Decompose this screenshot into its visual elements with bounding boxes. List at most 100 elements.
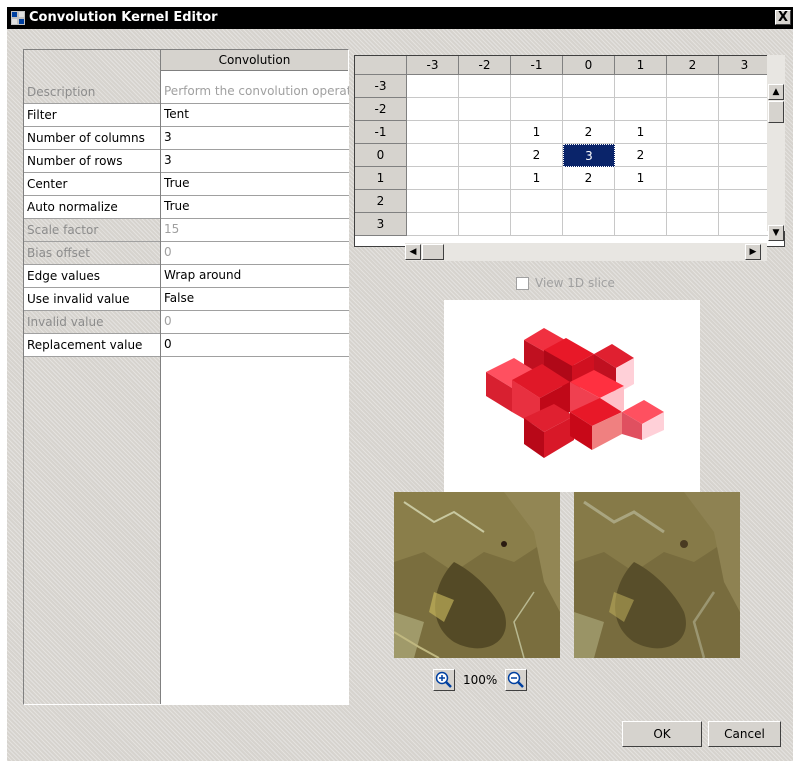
kernel-cell[interactable]: 2: [563, 121, 615, 144]
scroll-down-button[interactable]: ▼: [768, 225, 784, 241]
kernel-cell[interactable]: [667, 75, 719, 98]
ok-button[interactable]: OK: [622, 721, 702, 747]
property-row[interactable]: Center True: [24, 173, 349, 196]
property-row[interactable]: Edge values Wrap around: [24, 265, 349, 288]
kernel-cell[interactable]: [719, 75, 771, 98]
kernel-cell[interactable]: [459, 98, 511, 121]
scroll-left-button[interactable]: ◀: [405, 244, 421, 260]
property-row[interactable]: Use invalid value False: [24, 288, 349, 311]
kernel-cell[interactable]: 1: [615, 121, 667, 144]
kernel-cell[interactable]: [407, 213, 459, 236]
kernel-cell[interactable]: 1: [615, 167, 667, 190]
row-header[interactable]: -1: [355, 121, 407, 144]
property-value[interactable]: True: [161, 196, 349, 219]
property-value[interactable]: 0: [161, 334, 349, 357]
property-row[interactable]: Number of rows 3: [24, 150, 349, 173]
kernel-cell[interactable]: [459, 167, 511, 190]
kernel-cell[interactable]: [719, 190, 771, 213]
kernel-cell[interactable]: [511, 98, 563, 121]
cancel-button[interactable]: Cancel: [708, 721, 781, 747]
kernel-cell[interactable]: [667, 144, 719, 167]
kernel-cell[interactable]: 1: [511, 167, 563, 190]
kernel-cell[interactable]: [407, 75, 459, 98]
kernel-cell[interactable]: [615, 75, 667, 98]
kernel-cell[interactable]: [563, 213, 615, 236]
kernel-cell[interactable]: [719, 121, 771, 144]
zoom-in-button[interactable]: [433, 669, 455, 691]
kernel-3d-preview: [444, 300, 700, 492]
kernel-cell[interactable]: [407, 98, 459, 121]
kernel-cell[interactable]: 1: [511, 121, 563, 144]
row-header[interactable]: 1: [355, 167, 407, 190]
kernel-cell[interactable]: [667, 98, 719, 121]
kernel-cell[interactable]: [563, 98, 615, 121]
kernel-cell[interactable]: [459, 213, 511, 236]
checkbox-box[interactable]: [516, 277, 529, 290]
property-value[interactable]: Wrap around: [161, 265, 349, 288]
column-header[interactable]: -2: [459, 56, 511, 75]
column-header[interactable]: -3: [407, 56, 459, 75]
property-value[interactable]: Tent: [161, 104, 349, 127]
horizontal-scroll-thumb[interactable]: [422, 244, 444, 260]
zoom-out-button[interactable]: [505, 669, 527, 691]
scroll-up-button[interactable]: ▲: [768, 84, 784, 100]
property-value[interactable]: True: [161, 173, 349, 196]
kernel-cell[interactable]: [615, 190, 667, 213]
window-title: Convolution Kernel Editor: [29, 10, 218, 25]
kernel-cell[interactable]: [719, 98, 771, 121]
kernel-cell[interactable]: [719, 144, 771, 167]
column-header[interactable]: 2: [667, 56, 719, 75]
kernel-cell[interactable]: [511, 75, 563, 98]
column-header[interactable]: 1: [615, 56, 667, 75]
kernel-cell[interactable]: [719, 213, 771, 236]
property-value[interactable]: 3: [161, 127, 349, 150]
kernel-cell[interactable]: 2: [563, 167, 615, 190]
kernel-cell[interactable]: [563, 190, 615, 213]
property-value[interactable]: 3: [161, 150, 349, 173]
kernel-horizontal-scrollbar[interactable]: ◀ ▶: [405, 243, 767, 261]
kernel-cell[interactable]: [407, 144, 459, 167]
kernel-cell[interactable]: [459, 121, 511, 144]
vertical-scroll-thumb[interactable]: [768, 101, 784, 123]
column-header[interactable]: 0: [563, 56, 615, 75]
row-header[interactable]: -2: [355, 98, 407, 121]
kernel-cell[interactable]: [667, 190, 719, 213]
property-row[interactable]: Number of columns 3: [24, 127, 349, 150]
kernel-cell[interactable]: [459, 144, 511, 167]
property-row[interactable]: Auto normalize True: [24, 196, 349, 219]
view-1d-slice-checkbox[interactable]: View 1D slice: [516, 276, 615, 290]
row-header[interactable]: 0: [355, 144, 407, 167]
kernel-cell[interactable]: [719, 167, 771, 190]
column-header[interactable]: 3: [719, 56, 771, 75]
kernel-cell-selected[interactable]: 3: [563, 144, 615, 167]
kernel-cell[interactable]: [459, 75, 511, 98]
kernel-cell[interactable]: [407, 190, 459, 213]
row-header[interactable]: -3: [355, 75, 407, 98]
property-row[interactable]: Replacement value 0: [24, 334, 349, 357]
kernel-cell[interactable]: 2: [615, 144, 667, 167]
kernel-cell[interactable]: [615, 213, 667, 236]
row-header[interactable]: 2: [355, 190, 407, 213]
property-value: 0: [161, 311, 349, 334]
row-header[interactable]: 3: [355, 213, 407, 236]
kernel-3d-image: [486, 328, 664, 458]
scroll-right-button[interactable]: ▶: [745, 244, 761, 260]
kernel-cell[interactable]: [511, 190, 563, 213]
kernel-cell[interactable]: [667, 213, 719, 236]
kernel-cell[interactable]: [407, 167, 459, 190]
kernel-cell[interactable]: [563, 75, 615, 98]
kernel-cell[interactable]: [667, 121, 719, 144]
kernel-cell[interactable]: [459, 190, 511, 213]
kernel-cell[interactable]: 2: [511, 144, 563, 167]
title-bar[interactable]: Convolution Kernel Editor X: [7, 7, 793, 29]
kernel-cell[interactable]: [511, 213, 563, 236]
kernel-cell[interactable]: [667, 167, 719, 190]
kernel-grid[interactable]: -3 -2 -1 0 1 2 3 -3 -2 -1 0 1 2 3 1 2 1 2 3 2 1 2 1: [354, 55, 785, 247]
kernel-cell[interactable]: [615, 98, 667, 121]
property-row[interactable]: Filter Tent: [24, 104, 349, 127]
kernel-vertical-scrollbar[interactable]: ▲ ▼: [767, 55, 785, 241]
close-button[interactable]: X: [775, 10, 791, 25]
property-value[interactable]: False: [161, 288, 349, 311]
kernel-cell[interactable]: [407, 121, 459, 144]
column-header[interactable]: -1: [511, 56, 563, 75]
